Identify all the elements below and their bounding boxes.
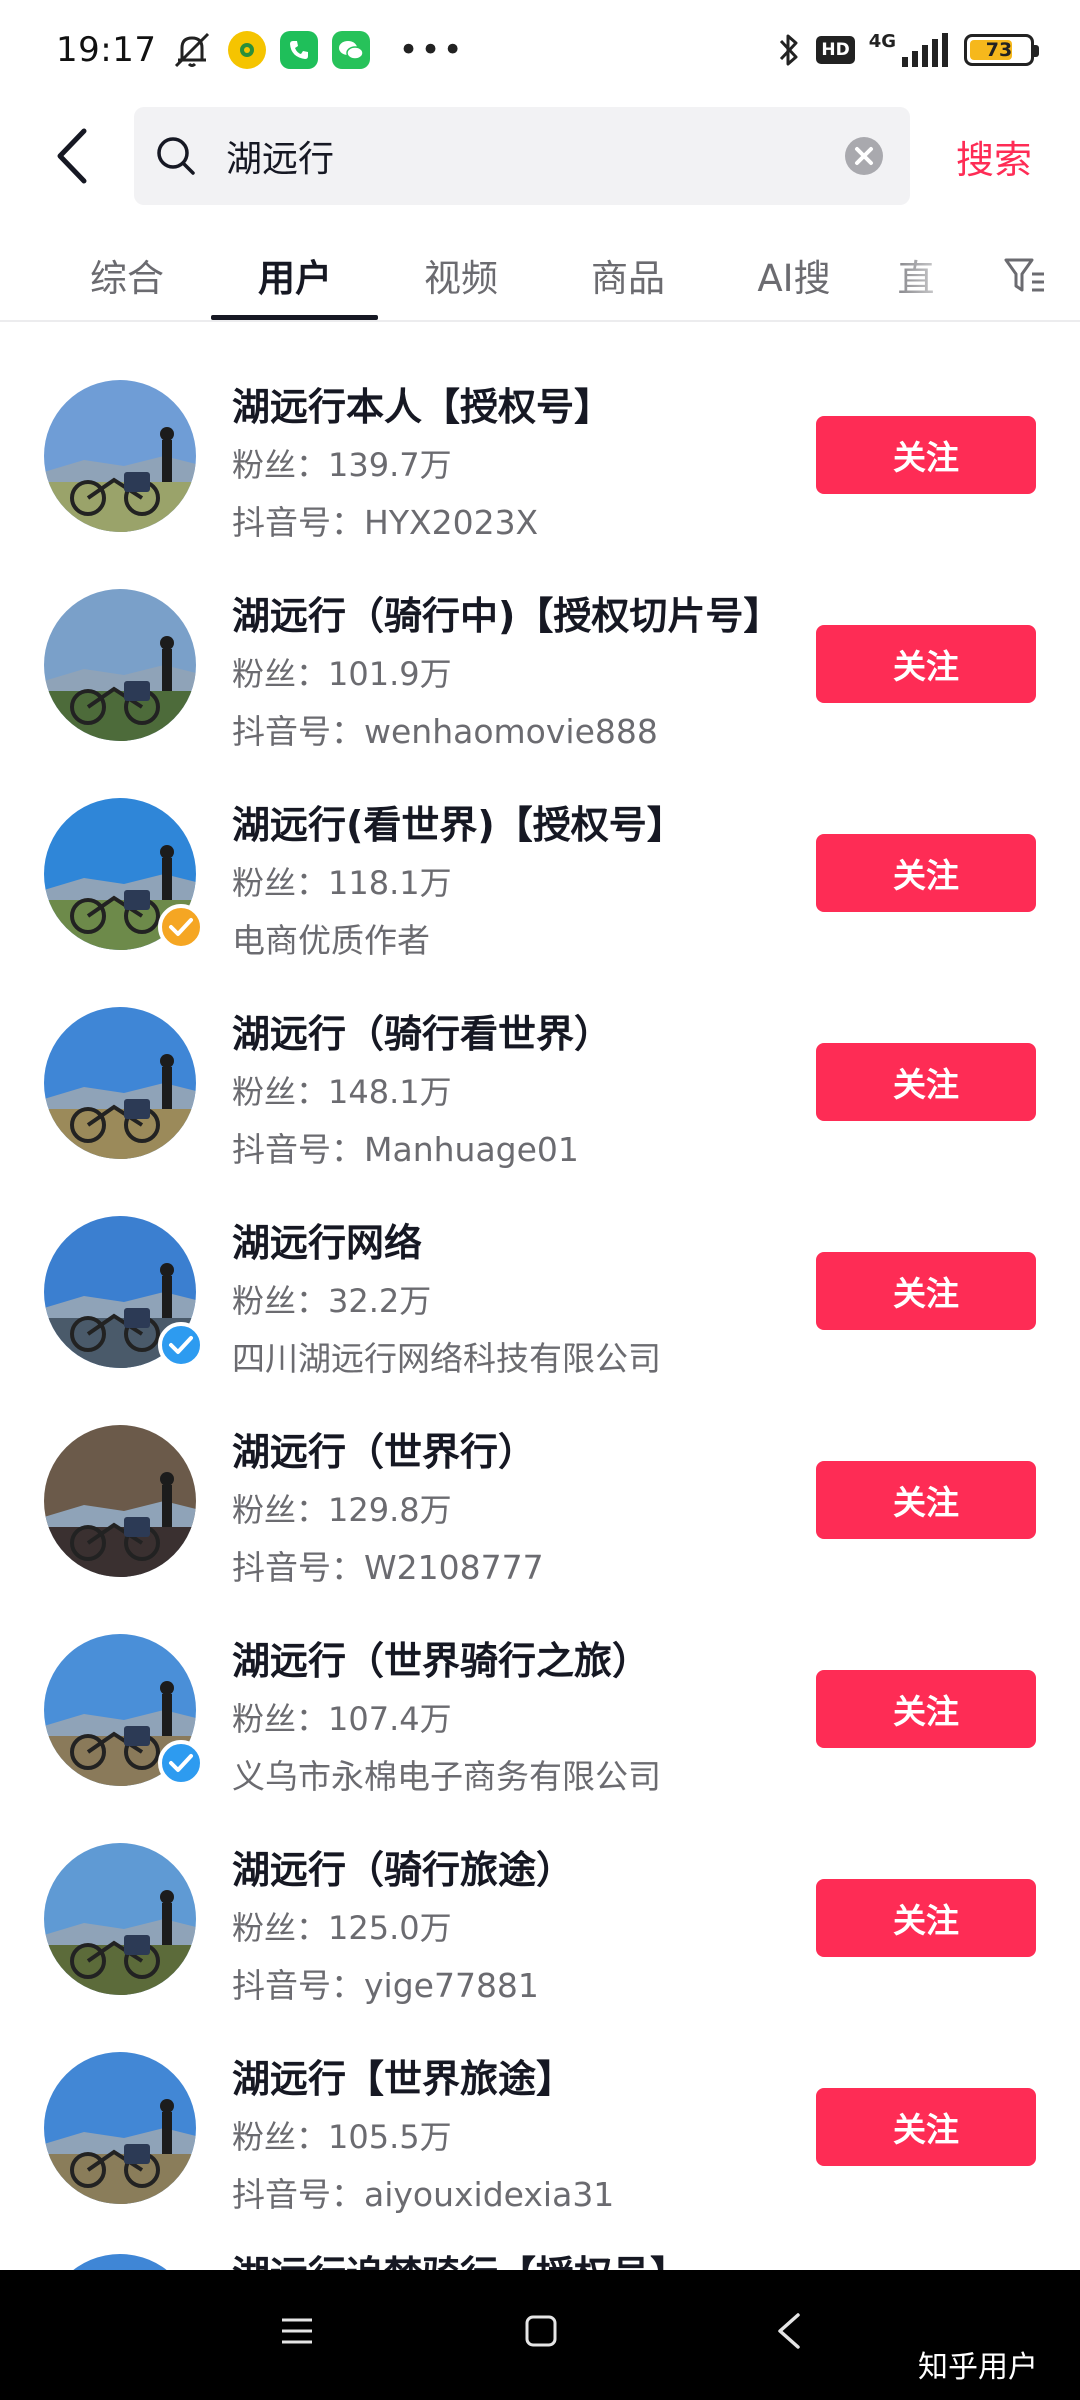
menu-icon[interactable] [280,2314,314,2348]
filter-icon[interactable] [1002,252,1048,298]
search-submit-button[interactable]: 搜索 [956,129,1032,184]
search-results-screen: 19:17 ••• HD 4G 73 湖远行 搜索 综合 用户 视频 商品 AI… [0,0,1080,2400]
avatar-image [44,1843,196,1995]
more-icon: ••• [398,30,465,70]
chevron-left-icon [57,128,87,184]
wechat-icon [332,31,371,69]
follower-count: 粉丝：107.4万 [232,1700,452,1738]
user-name: 湖远行（骑行旅途） [232,1848,575,1892]
list-item[interactable]: 湖远行（世界骑行之旅） 粉丝：107.4万 义乌市永棉电子商务有限公司 关注 [0,1580,1080,1796]
user-name: 湖远行(看世界)【授权号】 [232,803,685,847]
follow-button[interactable]: 关注 [816,1461,1036,1539]
status-right: HD 4G 73 [776,31,1039,69]
avatar-image [44,1425,196,1577]
follower-count: 粉丝：118.1万 [232,864,452,902]
active-tab-indicator [211,315,378,320]
back-button[interactable] [38,122,106,190]
follower-count: 粉丝：148.1万 [232,1073,452,1111]
system-navigation-bar: 知乎用户 [0,2270,1080,2400]
avatar-image [44,2052,196,2204]
avatar[interactable] [44,1007,196,1159]
tab-users[interactable]: 用户 [210,230,380,320]
follow-button[interactable]: 关注 [816,1043,1036,1121]
list-item[interactable]: 湖远行【世界旅途】 粉丝：105.5万 抖音号：aiyouxidexia31 关… [0,1998,1080,2214]
avatar-image [44,380,196,532]
tab-products[interactable]: 商品 [543,230,713,320]
follower-count: 粉丝：105.5万 [232,2118,452,2156]
signal-icon: 4G [869,33,950,67]
list-item[interactable]: 湖远行（骑行看世界） 粉丝：148.1万 抖音号：Manhuage01 关注 [0,953,1080,1169]
status-bar: 19:17 ••• HD 4G 73 [0,0,1080,100]
tab-videos[interactable]: 视频 [376,230,546,320]
search-icon [157,137,195,175]
user-name: 湖远行【世界旅途】 [232,2057,575,2101]
verified-badge [158,904,204,950]
phone-icon [280,31,319,69]
list-item[interactable]: 湖远行（世界行） 粉丝：129.8万 抖音号：W2108777 关注 [0,1371,1080,1587]
verified-badge [158,1322,204,1368]
list-item[interactable]: 湖远行网络 粉丝：32.2万 四川湖远行网络科技有限公司 关注 [0,1162,1080,1378]
battery-text: 73 [985,39,1013,61]
user-subtitle: 抖音号：aiyouxidexia31 [232,2175,615,2214]
search-header: 湖远行 搜索 [0,106,1080,206]
avatar[interactable] [44,1843,196,1995]
user-name: 湖远行（骑行看世界） [232,1012,613,1056]
avatar-image [44,589,196,741]
app-notification-icon [228,31,267,69]
avatar[interactable] [44,1425,196,1577]
bluetooth-icon [780,34,798,66]
mute-icon [175,32,210,68]
list-item[interactable]: 湖远行本人【授权号】 粉丝：139.7万 抖音号：HYX2023X 关注 [0,326,1080,542]
follow-button[interactable]: 关注 [816,1252,1036,1330]
nav-back-icon[interactable] [774,2312,804,2350]
follow-button[interactable]: 关注 [816,834,1036,912]
follow-button[interactable]: 关注 [816,2088,1036,2166]
avatar-image [44,1007,196,1159]
tab-comprehensive[interactable]: 综合 [42,230,212,320]
network-label: 4G [868,31,896,52]
result-tabs: 综合 用户 视频 商品 AI搜 直 [0,230,1080,322]
battery-icon: 73 [964,34,1039,66]
user-name: 湖远行追梦骑行【授权号】 [232,2250,688,2270]
watermark-text: 知乎用户 [918,2350,1038,2385]
user-name: 湖远行网络 [232,1221,423,1265]
follower-count: 粉丝：101.9万 [232,655,452,693]
list-item[interactable]: 湖远行（骑行旅途） 粉丝：125.0万 抖音号：yige77881 关注 [0,1789,1080,2005]
search-query[interactable]: 湖远行 [226,130,844,182]
list-item[interactable]: 湖远行（骑行中)【授权切片号】 粉丝：101.9万 抖音号：wenhaomovi… [0,535,1080,751]
avatar[interactable] [44,2052,196,2204]
avatar[interactable] [44,589,196,741]
list-item[interactable]: 湖远行(看世界)【授权号】 粉丝：118.1万 电商优质作者 关注 [0,744,1080,960]
follow-button[interactable]: 关注 [816,1670,1036,1748]
follower-count: 粉丝：125.0万 [232,1909,452,1947]
follower-count: 粉丝：139.7万 [232,446,452,484]
follow-button[interactable]: 关注 [816,416,1036,494]
avatar[interactable] [44,380,196,532]
tab-ai-search[interactable]: AI搜 [709,230,879,320]
user-name: 湖远行本人【授权号】 [232,385,613,429]
clear-icon[interactable] [844,136,884,176]
user-name: 湖远行（世界行） [232,1430,537,1474]
home-icon[interactable] [524,2314,558,2348]
user-name: 湖远行（世界骑行之旅） [232,1639,651,1683]
follow-button[interactable]: 关注 [816,1879,1036,1957]
status-time: 19:17 [56,30,157,70]
status-left: 19:17 ••• [56,30,465,70]
user-result-list: 湖远行本人【授权号】 粉丝：139.7万 抖音号：HYX2023X 关注 湖远行… [0,326,1080,2214]
verified-badge [158,1740,204,1786]
hd-icon: HD [816,36,855,64]
follow-button[interactable]: 关注 [816,625,1036,703]
follower-count: 粉丝：32.2万 [232,1282,432,1320]
user-name: 湖远行（骑行中)【授权切片号】 [232,594,782,638]
search-input[interactable]: 湖远行 [134,107,910,205]
follower-count: 粉丝：129.8万 [232,1491,452,1529]
avatar[interactable] [44,2254,196,2270]
partial-list-item[interactable]: 湖远行追梦骑行【授权号】 [0,2250,1080,2270]
tab-fade-overlay [880,230,990,320]
